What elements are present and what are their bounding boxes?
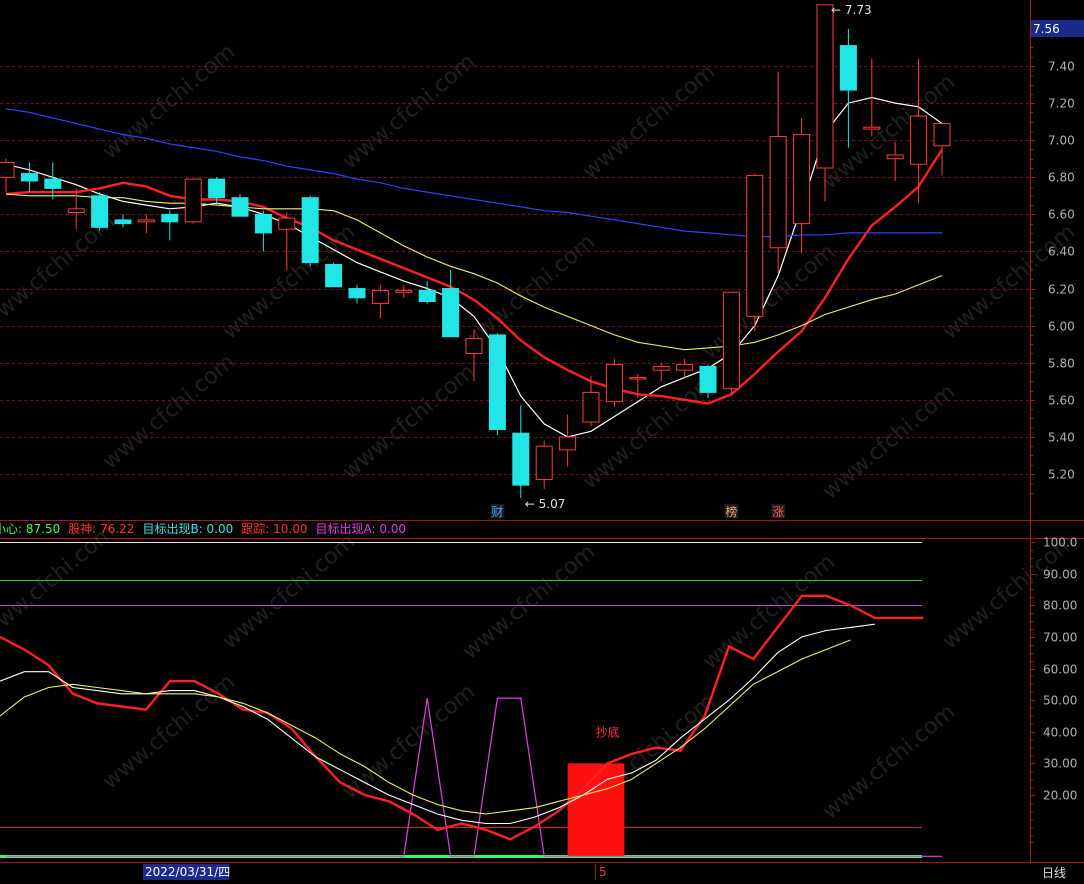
y-tick-label: 6.80: [1048, 171, 1075, 185]
date-label: 2022/03/31/四: [145, 865, 230, 879]
high-annotation: ← 7.73: [831, 3, 872, 17]
candle-body: [395, 289, 413, 293]
candle-body: [863, 126, 881, 130]
candle-body: [652, 365, 670, 371]
y-tick-label: 50.00: [1043, 694, 1077, 708]
candle-body: [605, 364, 623, 403]
candle-body: [769, 135, 787, 249]
y-tick-label: 7.20: [1048, 97, 1075, 111]
candle: [325, 262, 343, 288]
y-tick-label: 5.60: [1048, 394, 1075, 408]
y-tick-label: 7.40: [1048, 60, 1075, 74]
y-tick-label: 30.00: [1043, 757, 1077, 771]
legend-item: 目标出现B: 0.00: [142, 522, 233, 536]
candle: [488, 333, 506, 436]
event-badge: 涨: [772, 504, 784, 519]
candle-body: [886, 154, 904, 160]
y-tick-label: 7.00: [1048, 134, 1075, 148]
stock-chart[interactable]: www.cfchi.com www.cfchi.com www.cfchi.com w…: [0, 0, 1084, 884]
candle-body: [512, 432, 530, 486]
candle-body: [325, 263, 343, 288]
candle: [91, 192, 109, 232]
candle-body: [582, 391, 600, 423]
y-tick-label: 5.80: [1048, 357, 1075, 371]
candle: [722, 291, 740, 395]
low-annotation: ← 5.07: [525, 497, 566, 511]
event-badge: 榜: [725, 504, 737, 519]
candle-body: [44, 178, 62, 189]
y-tick-label: 80.00: [1043, 599, 1077, 613]
candle-body: [0, 161, 15, 178]
candle-body: [278, 217, 296, 230]
candle-body: [535, 445, 553, 481]
candle-body: [301, 197, 319, 264]
candle: [231, 193, 249, 217]
candle-body: [676, 364, 694, 371]
candle-body: [418, 289, 436, 303]
candle-body: [465, 338, 483, 354]
candle: [301, 195, 319, 267]
candle-body: [816, 4, 834, 169]
candle-body: [699, 365, 717, 393]
candle: [605, 359, 623, 408]
candle-body: [559, 436, 577, 451]
legend-item: 股神: 76.22: [68, 522, 134, 536]
candle-body: [933, 122, 951, 147]
event-badge: 财: [491, 505, 503, 519]
y-tick-label: 6.40: [1048, 245, 1075, 259]
y-tick-label: 70.00: [1043, 631, 1077, 645]
current-price-tag: 7.56: [1031, 20, 1084, 37]
current-price-label: 7.56: [1033, 22, 1060, 36]
y-tick-label: 60.00: [1043, 663, 1077, 677]
candle-body: [442, 288, 460, 338]
candle-body: [348, 288, 366, 299]
legend-item: 目标出现A: 0.00: [315, 522, 406, 536]
legend-item: 小心: 87.50: [0, 522, 60, 536]
y-tick-label: 6.20: [1048, 283, 1075, 297]
candle-body: [20, 173, 38, 182]
y-tick-label: 6.00: [1048, 320, 1075, 334]
y-tick-label: 100.0: [1043, 536, 1077, 550]
legend-item: 跟踪: 10.00: [241, 522, 307, 536]
candle-body: [910, 115, 928, 165]
candle-body: [114, 219, 132, 225]
candle-body: [371, 289, 389, 304]
candle-body: [488, 334, 506, 430]
candle-body: [231, 197, 249, 217]
y-tick-label: 5.40: [1048, 431, 1075, 445]
candle-body: [839, 45, 857, 91]
candle-body: [67, 208, 85, 214]
y-tick-label: 6.60: [1048, 208, 1075, 222]
y-tick-label: 40.00: [1043, 726, 1077, 740]
candle-body: [722, 291, 740, 390]
candle-body: [161, 213, 179, 223]
y-tick-label: 20.00: [1043, 789, 1077, 803]
y-tick-label: 90.00: [1043, 568, 1077, 582]
candle-body: [629, 377, 647, 380]
y-tick-label: 5.20: [1048, 468, 1075, 482]
candle-body: [137, 219, 155, 223]
candle: [746, 173, 764, 332]
candle-body: [208, 178, 226, 199]
period-label: 日线: [1042, 866, 1066, 880]
candle-body: [91, 195, 109, 228]
candle-body: [746, 174, 764, 317]
candle-body: [793, 134, 811, 225]
candle-body: [184, 178, 202, 223]
candle-body: [254, 213, 272, 234]
signal-label: 抄底: [596, 724, 620, 739]
cursor-label: 5: [599, 865, 607, 879]
candle: [184, 178, 202, 224]
